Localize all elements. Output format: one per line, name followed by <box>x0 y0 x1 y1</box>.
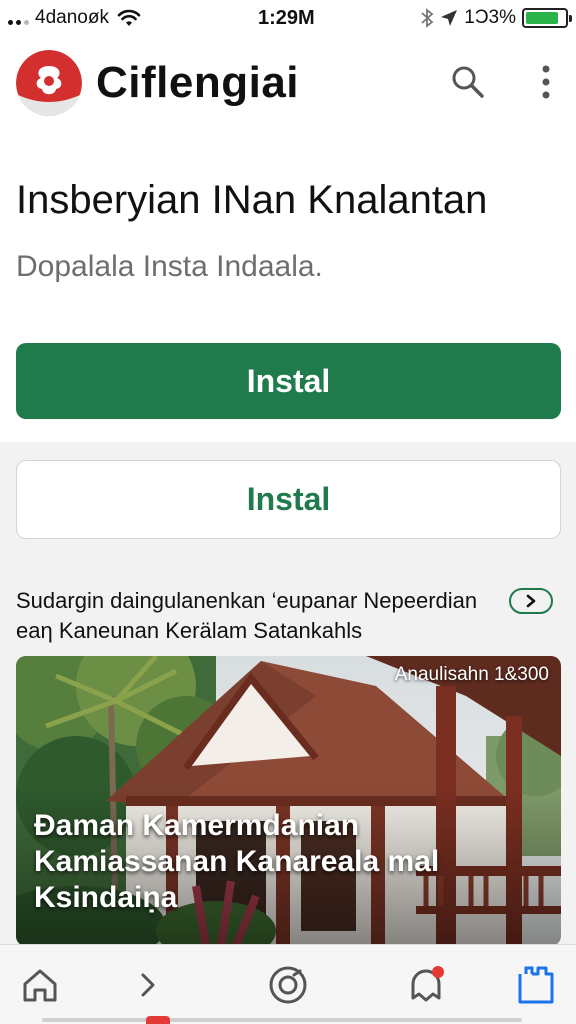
camera-icon <box>269 966 307 1004</box>
card-caption-line-3: Ksindaiṇa <box>34 881 178 914</box>
more-vertical-icon <box>542 65 550 99</box>
app-logo-icon[interactable] <box>16 50 82 116</box>
card-badge: Anaulisahn 1&300 <box>394 664 549 685</box>
status-time: 1:29M <box>258 7 315 29</box>
chevron-right-icon <box>141 973 155 997</box>
library-icon <box>518 966 554 1004</box>
card-caption-line-2: Kamiassanan Kanareala mal <box>34 845 440 878</box>
app-header: Ciflengiai <box>0 44 576 128</box>
search-button[interactable] <box>448 62 488 102</box>
app-title: Ciflengiai <box>96 58 300 107</box>
card-caption: Đaman Kamermdanian Kamiassanan Kanareala… <box>34 808 534 916</box>
wifi-icon <box>117 9 141 26</box>
nav-home[interactable] <box>16 961 64 1009</box>
battery-fill <box>526 12 559 24</box>
section-more-button[interactable] <box>509 588 553 614</box>
bluetooth-icon <box>421 8 434 28</box>
notification-badge <box>432 966 444 978</box>
install-button-secondary[interactable]: Instal <box>16 460 561 539</box>
nav-forward[interactable] <box>124 961 172 1009</box>
carrier-name: 4danoøk <box>35 7 109 28</box>
chevron-right-icon <box>526 594 536 608</box>
search-icon <box>452 66 484 98</box>
section-line-2: eaη Kaneunan Kerälam Satankahls <box>16 618 363 643</box>
bottom-nav <box>0 944 576 1024</box>
card-caption-line-1: Đaman Kamermdanian <box>34 809 360 842</box>
home-icon <box>23 969 57 1002</box>
section-line-1: Sudargin daingulanenkan ‘eupanar Nepeerd… <box>16 588 478 613</box>
section-header: Sudargin daingulanenkan ‘eupanar Nepeerd… <box>16 586 561 646</box>
more-options-button[interactable] <box>526 62 566 102</box>
nav-camera[interactable] <box>264 961 312 1009</box>
page-subtitle: Dopalala Insta Indaala. <box>16 250 323 283</box>
status-bar: 4danoøk 1:29M 1Ͻ3% <box>0 0 576 36</box>
battery-percent: 1Ͻ3% <box>464 7 516 28</box>
nav-notifications[interactable] <box>402 961 450 1009</box>
status-right: 1Ͻ3% <box>420 7 572 29</box>
install-button-primary[interactable]: Instal <box>16 343 561 419</box>
location-arrow-icon <box>441 10 458 26</box>
status-left: 4danoøk <box>8 7 141 29</box>
home-indicator-dot <box>146 1016 170 1024</box>
section-description: Sudargin daingulanenkan ‘eupanar Nepeerd… <box>16 586 496 646</box>
battery-icon <box>522 8 572 28</box>
notifications-icon <box>411 966 444 1002</box>
home-indicator <box>42 1018 522 1022</box>
nav-library[interactable] <box>512 961 560 1009</box>
page-title: Insberyian INan Knalantan <box>16 178 488 222</box>
signal-icon <box>8 11 29 25</box>
